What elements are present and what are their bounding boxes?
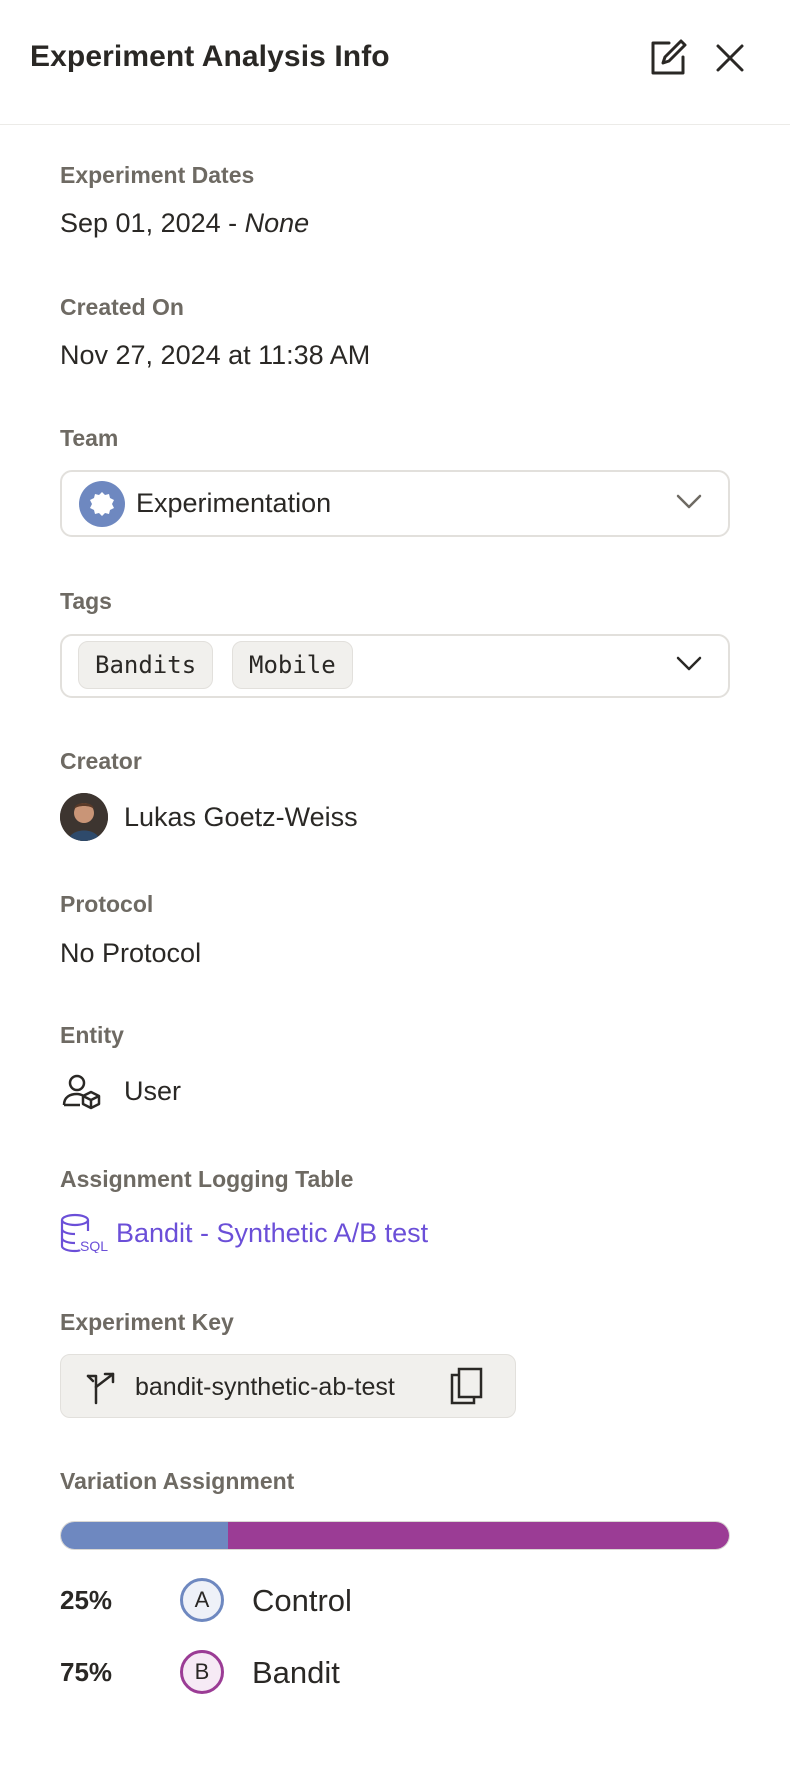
avatar xyxy=(60,793,108,841)
variation-a-name: Control xyxy=(252,1583,352,1618)
protocol-value: No Protocol xyxy=(60,938,202,968)
variation-b-segment xyxy=(228,1522,729,1549)
variation-b-percent: 75% xyxy=(60,1657,113,1687)
sql-table-icon: SQL xyxy=(60,1213,108,1253)
created-on-value: Nov 27, 2024 at 11:38 AM xyxy=(60,340,371,370)
variation-b-badge: B xyxy=(180,1650,224,1694)
close-icon xyxy=(716,44,744,72)
experiment-key-field: bandit-synthetic-ab-test xyxy=(60,1354,516,1418)
chevron-down-icon xyxy=(676,656,702,671)
svg-text:SQL: SQL xyxy=(80,1238,108,1253)
creator-name: Lukas Goetz-Weiss xyxy=(124,802,358,832)
tag-chip[interactable]: Bandits xyxy=(78,641,214,689)
entity-label: Entity xyxy=(60,1022,124,1048)
entity-value: User xyxy=(124,1076,182,1106)
experiment-dates-label: Experiment Dates xyxy=(60,162,255,188)
team-value: Experimentation xyxy=(136,488,332,518)
start-date: Sep 01, 2024 - xyxy=(60,208,245,238)
team-badge-icon xyxy=(90,492,114,516)
experiment-key-value: bandit-synthetic-ab-test xyxy=(135,1373,395,1401)
creator-label: Creator xyxy=(60,748,142,774)
close-button[interactable] xyxy=(706,34,754,82)
assignment-logging-label: Assignment Logging Table xyxy=(60,1166,354,1192)
tag-chip[interactable]: Mobile xyxy=(232,641,353,689)
team-label: Team xyxy=(60,425,119,451)
assignment-logging-link[interactable]: Bandit - Synthetic A/B test xyxy=(116,1218,428,1249)
edit-icon xyxy=(651,39,687,75)
copy-icon[interactable] xyxy=(449,1367,483,1405)
variation-b-name: Bandit xyxy=(252,1655,340,1690)
panel-header: Experiment Analysis Info xyxy=(0,0,790,125)
tags-label: Tags xyxy=(60,588,112,614)
variation-assignment-label: Variation Assignment xyxy=(60,1468,295,1494)
team-select[interactable]: Experimentation xyxy=(60,470,730,537)
chevron-down-icon xyxy=(676,494,702,509)
experiment-dates-value: Sep 01, 2024 - None xyxy=(60,208,309,239)
team-avatar xyxy=(79,481,125,527)
panel-title: Experiment Analysis Info xyxy=(30,40,390,73)
end-date: None xyxy=(244,208,310,238)
tags-select[interactable]: Bandits Mobile xyxy=(60,634,730,698)
experiment-key-label: Experiment Key xyxy=(60,1309,234,1335)
variation-a-percent: 25% xyxy=(60,1585,113,1615)
split-arrow-icon xyxy=(86,1372,115,1405)
variation-a-badge: A xyxy=(180,1578,224,1622)
variation-split-bar xyxy=(60,1521,730,1550)
variation-a-segment xyxy=(61,1522,228,1549)
edit-button[interactable] xyxy=(644,34,692,82)
user-entity-icon xyxy=(62,1074,101,1110)
created-on-label: Created On xyxy=(60,294,184,320)
protocol-label: Protocol xyxy=(60,891,154,917)
